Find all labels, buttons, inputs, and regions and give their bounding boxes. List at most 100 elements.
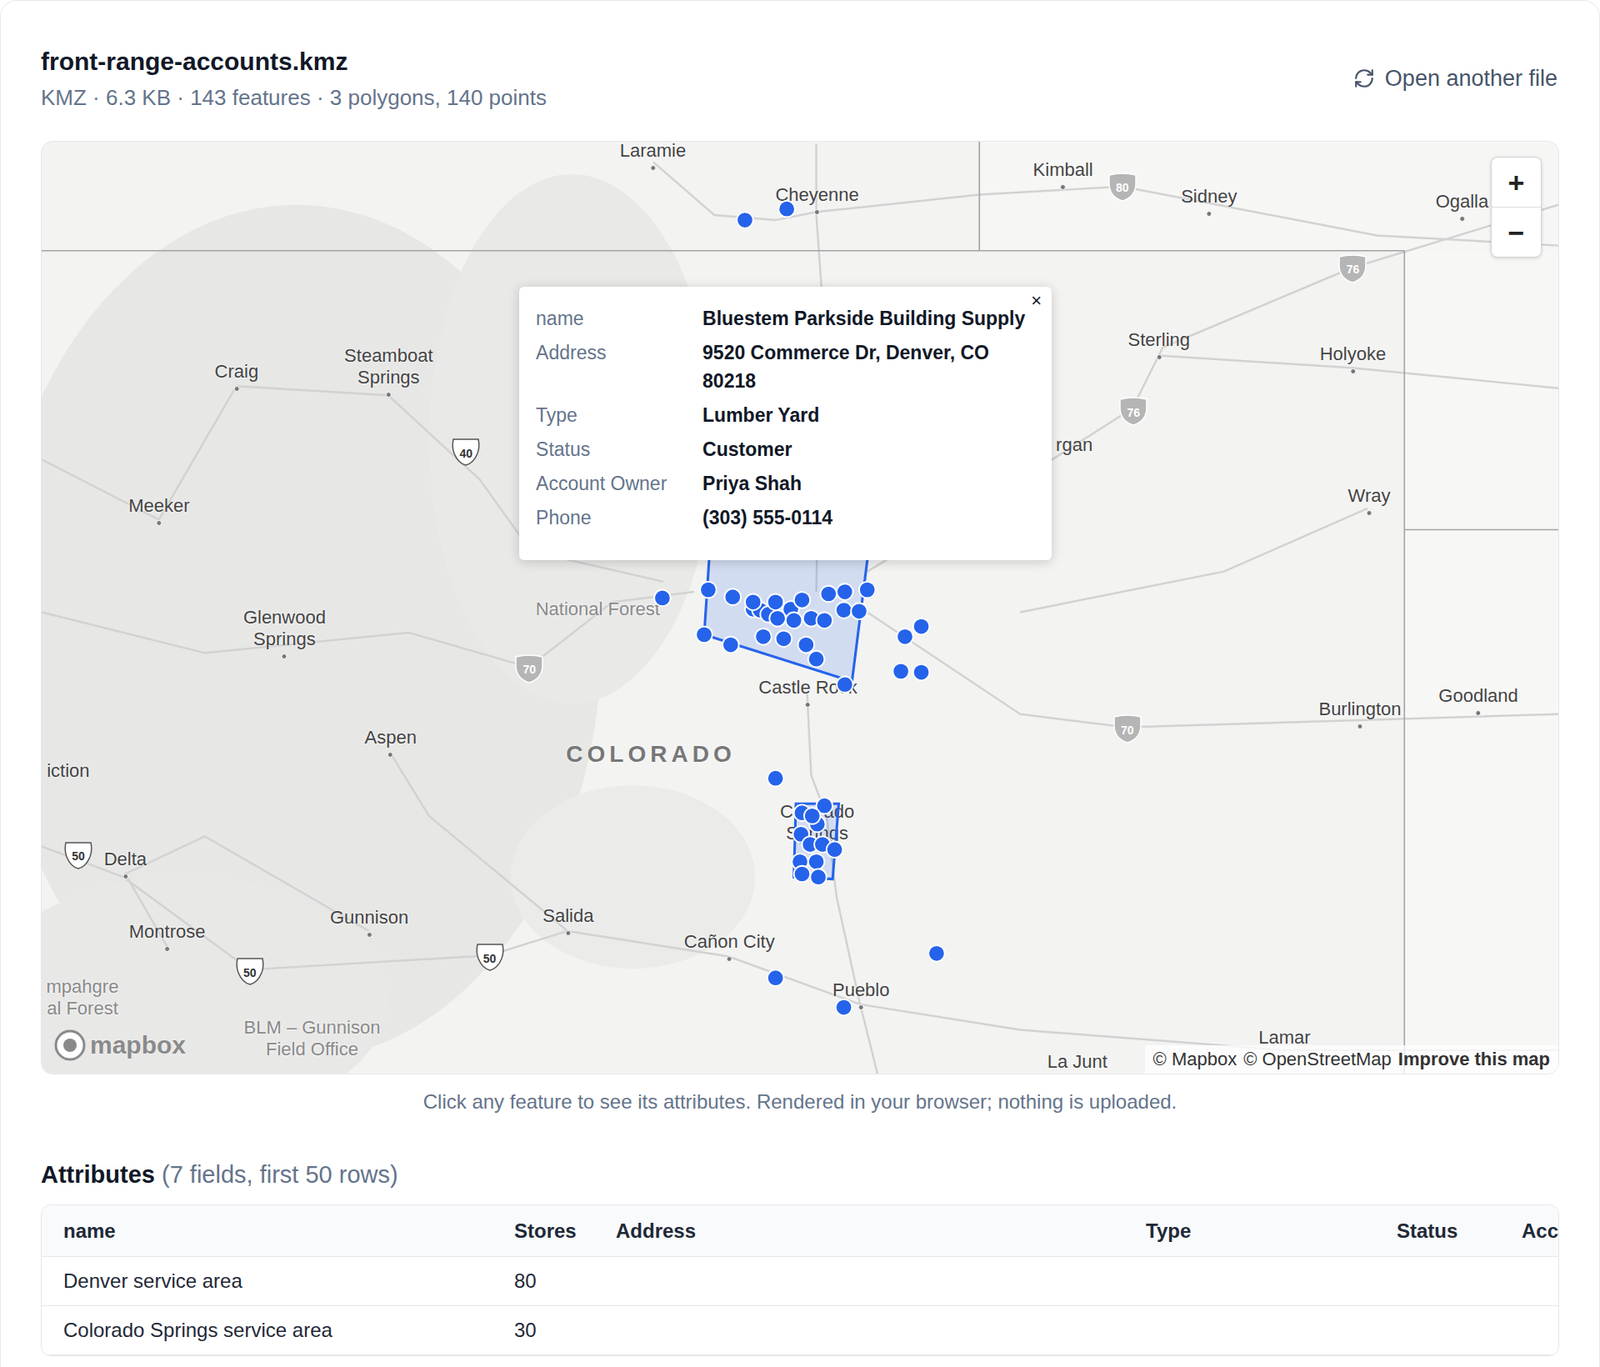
map-point[interactable] [928, 945, 945, 962]
attribution-link[interactable]: © Mapbox [1153, 1046, 1238, 1072]
map-label-text: Holyoke [1320, 343, 1386, 365]
city-dot [565, 930, 571, 936]
map-label: National Forest [535, 598, 660, 620]
map-point[interactable] [722, 636, 740, 654]
map-label: Delta [104, 848, 147, 880]
map-point[interactable] [767, 770, 785, 787]
map-point[interactable] [736, 211, 754, 229]
map-point[interactable] [767, 594, 785, 611]
city-dot [814, 209, 820, 215]
map-point[interactable] [794, 591, 811, 609]
map-point[interactable] [755, 628, 772, 645]
map-label: GlenwoodSprings [243, 606, 326, 660]
map-point[interactable] [808, 853, 825, 870]
open-file-button[interactable]: Open another file [1351, 58, 1560, 100]
mapbox-logo[interactable]: mapbox [53, 1028, 186, 1062]
map-point[interactable] [654, 590, 671, 607]
zoom-in-button[interactable]: + [1491, 157, 1541, 207]
map-point[interactable] [913, 618, 930, 635]
map-label: Montrose [129, 920, 206, 952]
popup-close-button[interactable]: × [1027, 290, 1045, 312]
map-label-text: Pueblo [832, 979, 890, 1001]
map-label-text: Cañon City [684, 930, 775, 953]
map-label-text: Gunnison [330, 906, 409, 929]
table-cell: 80 [514, 1265, 616, 1296]
map-point[interactable] [859, 581, 876, 599]
map-point[interactable] [826, 840, 844, 858]
file-name: front-range-accounts.kmz [40, 45, 547, 78]
city-dot [858, 1004, 865, 1010]
map-label-text: Glenwood [243, 606, 326, 629]
popup-field-key: Account Owner [535, 469, 703, 498]
attribution-link[interactable]: Improve this map [1398, 1046, 1550, 1072]
map-label: Kimball [1033, 159, 1094, 190]
header: front-range-accounts.kmz KMZ · 6.3 KB · 1… [40, 45, 1560, 111]
map-label: COLORADO [565, 743, 736, 765]
map-label-text: BLM – Gunnison [244, 1016, 381, 1039]
city-dot [1356, 723, 1363, 730]
city-dot [650, 165, 656, 171]
map-point[interactable] [850, 603, 868, 620]
city-dot [281, 653, 288, 660]
map[interactable]: LaramieCheyenneKimballSidneyOgallaSterli… [40, 140, 1560, 1075]
column-header[interactable]: Type [1145, 1215, 1397, 1246]
shield-number: 76 [1336, 253, 1369, 284]
map-point[interactable] [816, 611, 834, 629]
map-point[interactable] [892, 663, 910, 680]
map-point[interactable] [836, 675, 854, 693]
highway-shield: 40 [450, 436, 482, 467]
map-point[interactable] [820, 585, 837, 603]
column-header[interactable]: Acc [1521, 1215, 1559, 1246]
shield-number: 40 [450, 436, 482, 467]
table-row[interactable]: Denver service area80 [41, 1256, 1559, 1306]
map-point[interactable] [785, 611, 803, 629]
popup-field-value: Lumber Yard [702, 400, 1029, 430]
column-header[interactable]: Address [615, 1215, 1146, 1246]
map-label-text: iction [46, 760, 90, 782]
map-point[interactable] [775, 630, 793, 647]
map-label-text: La Junt [1047, 1050, 1108, 1073]
city-dot [233, 385, 240, 392]
city-dot [805, 701, 811, 708]
map-label-text: al Forest [46, 997, 119, 1020]
feature-popup: ×nameBluestem Parkside Building SupplyAd… [519, 286, 1052, 560]
column-header[interactable]: name [63, 1215, 515, 1246]
popup-field-key: Phone [535, 503, 703, 532]
map-point[interactable] [724, 588, 741, 605]
map-point[interactable] [835, 601, 853, 619]
map-point[interactable] [896, 628, 914, 645]
zoom-out-button[interactable]: − [1491, 207, 1541, 257]
column-header[interactable]: Stores [514, 1215, 616, 1246]
map-point[interactable] [804, 807, 821, 825]
city-dot [122, 873, 129, 880]
attribution-link[interactable]: © OpenStreetMap [1243, 1046, 1392, 1072]
map-label-text: Wray [1348, 485, 1391, 507]
refresh-icon [1353, 67, 1375, 90]
highway-shield: 76 [1336, 253, 1369, 284]
map-label: Gunnison [330, 906, 409, 938]
map-point[interactable] [810, 868, 827, 885]
file-summary: KMZ · 6.3 KB · 143 features · 3 polygons… [40, 84, 547, 111]
map-label: Burlington [1318, 698, 1401, 730]
city-dot [1205, 210, 1212, 217]
map-point[interactable] [808, 650, 825, 668]
map-attribution: © Mapbox© OpenStreetMapImprove this map [1145, 1045, 1559, 1074]
map-point[interactable] [798, 636, 815, 654]
shield-number: 76 [1117, 395, 1150, 426]
map-label-text: Burlington [1318, 698, 1401, 720]
column-header[interactable]: Status [1396, 1215, 1522, 1246]
map-point[interactable] [745, 594, 762, 611]
map-features [41, 141, 1559, 1074]
map-point[interactable] [794, 865, 811, 883]
map-point[interactable] [835, 999, 853, 1016]
map-point[interactable] [700, 581, 717, 599]
map-point[interactable] [778, 200, 795, 218]
mapbox-logo-icon [53, 1028, 87, 1062]
map-point[interactable] [695, 626, 713, 644]
city-dot [387, 751, 394, 758]
map-point[interactable] [767, 969, 785, 986]
table-row[interactable]: Colorado Springs service area30 [41, 1305, 1559, 1355]
map-point[interactable] [836, 583, 854, 600]
map-point[interactable] [913, 664, 930, 681]
map-label-text: Goodland [1438, 685, 1518, 707]
